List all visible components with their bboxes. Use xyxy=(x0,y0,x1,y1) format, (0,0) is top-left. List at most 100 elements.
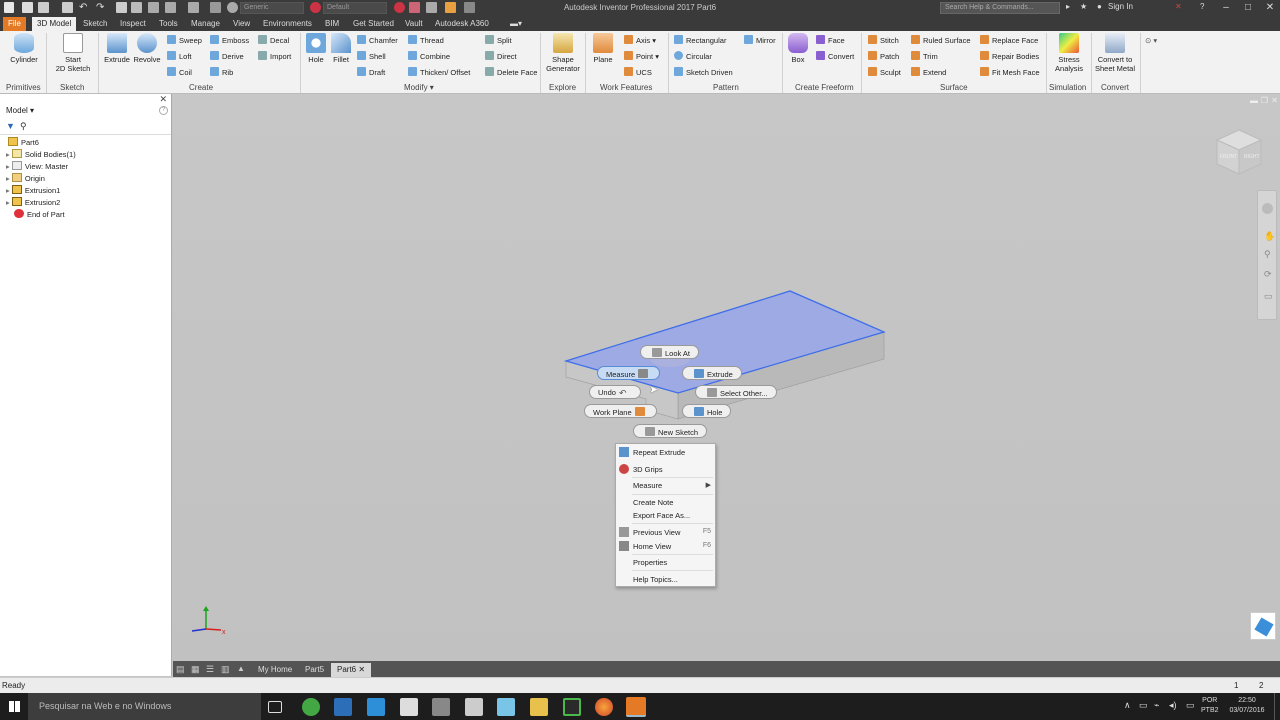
tree-item-origin[interactable]: ▸ Origin xyxy=(6,173,45,183)
draft-button[interactable]: Draft xyxy=(357,67,385,79)
menu-item-repeat-extrude[interactable]: Repeat Extrude xyxy=(633,448,685,457)
hole-button[interactable]: Hole xyxy=(304,33,328,64)
split-button[interactable]: Split xyxy=(485,35,512,47)
ribbon-options-button[interactable]: ⊙ ▾ xyxy=(1145,35,1157,47)
combine-button[interactable]: Combine xyxy=(408,51,450,63)
taskbar-folder-icon[interactable] xyxy=(530,698,548,716)
tab-vault[interactable]: Vault xyxy=(400,17,428,31)
menu-item-create-note[interactable]: Create Note xyxy=(633,498,673,507)
tab-sketch[interactable]: Sketch xyxy=(78,17,112,31)
exchange-icon[interactable]: ✕ xyxy=(1175,2,1182,11)
panel-title-modify[interactable]: Modify ▾ xyxy=(404,83,434,92)
patch-button[interactable]: Patch xyxy=(868,51,899,63)
thicken-offset-button[interactable]: Thicken/ Offset xyxy=(408,67,470,79)
tab-environments[interactable]: Environments xyxy=(258,17,317,31)
revolve-button[interactable]: Revolve xyxy=(132,33,162,64)
circular-pattern-button[interactable]: Circular xyxy=(674,51,712,63)
mm-measure[interactable]: Measure xyxy=(597,366,661,380)
repair-bodies-button[interactable]: Repair Bodies xyxy=(980,51,1039,63)
coil-button[interactable]: Coil xyxy=(167,67,192,79)
replace-face-button[interactable]: Replace Face xyxy=(980,35,1038,47)
tab-manage[interactable]: Manage xyxy=(186,17,225,31)
tray-language[interactable]: POR PTB2 xyxy=(1201,696,1219,716)
task-view-icon[interactable] xyxy=(268,701,282,713)
sketch-driven-button[interactable]: Sketch Driven xyxy=(674,67,733,79)
mm-undo[interactable]: Undo ↶ xyxy=(589,385,641,399)
pan-icon[interactable]: ✋ xyxy=(1264,231,1275,242)
tray-bluetooth-icon[interactable]: ⌁ xyxy=(1154,700,1159,711)
filter-icon[interactable]: ▼ xyxy=(6,121,15,131)
ruled-surface-button[interactable]: Ruled Surface xyxy=(911,35,971,47)
taskbar-app-blue-icon[interactable] xyxy=(334,698,352,716)
stress-analysis-button[interactable]: Stress Analysis xyxy=(1050,33,1088,73)
a360-icon[interactable] xyxy=(1250,612,1276,640)
taskbar-inventor-icon[interactable] xyxy=(626,697,646,717)
taskbar-calculator-icon[interactable] xyxy=(465,698,483,716)
doc-tab-my-home[interactable]: My Home xyxy=(252,663,298,677)
convert-sheet-metal-button[interactable]: Convert to Sheet Metal xyxy=(1093,33,1137,73)
taskbar-app-window-icon[interactable] xyxy=(367,698,385,716)
binoculars-icon[interactable]: ▸ xyxy=(1066,2,1070,11)
minimize-button[interactable]: – xyxy=(1215,0,1237,16)
menu-item-export-face[interactable]: Export Face As... xyxy=(633,511,690,520)
mm-hole[interactable]: Hole xyxy=(682,404,732,418)
ribbon-toggle-icon[interactable]: ▬▾ xyxy=(505,17,527,31)
tray-network-icon[interactable]: ▭ xyxy=(1139,700,1148,711)
browser-help-icon[interactable]: ? xyxy=(159,106,168,115)
viewport-restore-icon[interactable]: ❐ xyxy=(1261,96,1268,105)
close-button[interactable]: ✕ xyxy=(1259,0,1280,16)
help-icon[interactable]: ? xyxy=(1200,2,1204,11)
maximize-button[interactable]: □ xyxy=(1237,0,1259,16)
help-search-input[interactable]: Search Help & Commands... xyxy=(940,2,1060,14)
mm-new-sketch[interactable]: New Sketch xyxy=(633,424,708,438)
tab-get-started[interactable]: Get Started xyxy=(348,17,399,31)
open-documents-icon[interactable]: ▲ xyxy=(237,664,245,673)
mm-look-at[interactable]: Look At xyxy=(640,345,700,359)
tree-item-solid-bodies[interactable]: ▸ Solid Bodies(1) xyxy=(6,149,76,159)
tray-message-icon[interactable]: ▭ xyxy=(1186,700,1195,711)
browser-header[interactable]: Model ▾ xyxy=(6,106,34,115)
sign-in-link[interactable]: Sign In xyxy=(1108,2,1133,11)
tray-chevron-icon[interactable]: ∧ xyxy=(1124,700,1131,711)
box-button[interactable]: Box xyxy=(786,33,810,64)
tree-item-view-master[interactable]: ▸ View: Master xyxy=(6,161,68,171)
derive-button[interactable]: Derive xyxy=(210,51,244,63)
stitch-button[interactable]: Stitch xyxy=(868,35,899,47)
delete-face-button[interactable]: Delete Face xyxy=(485,67,537,79)
close-tab-icon[interactable]: ✕ xyxy=(358,665,365,674)
taskbar-calendar-icon[interactable] xyxy=(400,698,418,716)
point-button[interactable]: Point ▾ xyxy=(624,51,659,63)
doc-tab-part5[interactable]: Part5 xyxy=(299,663,330,677)
taskbar-app-green-icon[interactable] xyxy=(302,698,320,716)
sweep-button[interactable]: Sweep xyxy=(167,35,202,47)
menu-item-measure[interactable]: Measure xyxy=(633,481,662,490)
rib-button[interactable]: Rib xyxy=(210,67,233,79)
cylinder-button[interactable]: Cylinder xyxy=(6,33,42,64)
tile-view-icon[interactable]: ▤ xyxy=(176,664,185,675)
axis-button[interactable]: Axis ▾ xyxy=(624,35,656,47)
viewport-close-icon[interactable]: ✕ xyxy=(1271,96,1278,105)
tree-item-end-of-part[interactable]: End of Part xyxy=(14,209,65,219)
tab-a360[interactable]: Autodesk A360 xyxy=(430,17,494,31)
user-icon[interactable]: ● xyxy=(1097,2,1102,11)
plane-button[interactable]: Plane xyxy=(590,33,616,64)
taskbar-app-grey-icon[interactable] xyxy=(432,698,450,716)
viewcube[interactable]: FRONT RIGHT xyxy=(1211,128,1267,180)
look-at-icon[interactable]: ▭ xyxy=(1264,291,1273,302)
tab-tools[interactable]: Tools xyxy=(154,17,183,31)
fit-mesh-face-button[interactable]: Fit Mesh Face xyxy=(980,67,1040,79)
mirror-button[interactable]: Mirror xyxy=(744,35,776,47)
direct-button[interactable]: Direct xyxy=(485,51,517,63)
taskbar-firefox-icon[interactable] xyxy=(595,698,613,716)
tree-item-extrusion2[interactable]: ▸ Extrusion2 xyxy=(6,197,60,207)
find-icon[interactable]: ⚲ xyxy=(20,121,27,132)
menu-item-previous-view[interactable]: Previous View xyxy=(633,528,680,537)
menu-item-home-view[interactable]: Home View xyxy=(633,542,671,551)
orbit-icon[interactable]: ⟳ xyxy=(1264,269,1272,280)
menu-item-properties[interactable]: Properties xyxy=(633,558,667,567)
tab-inspect[interactable]: Inspect xyxy=(115,17,151,31)
tray-clock[interactable]: 22:50 03/07/2016 xyxy=(1226,696,1268,716)
tab-file[interactable]: File xyxy=(3,17,26,31)
sculpt-button[interactable]: Sculpt xyxy=(868,67,901,79)
extend-button[interactable]: Extend xyxy=(911,67,946,79)
